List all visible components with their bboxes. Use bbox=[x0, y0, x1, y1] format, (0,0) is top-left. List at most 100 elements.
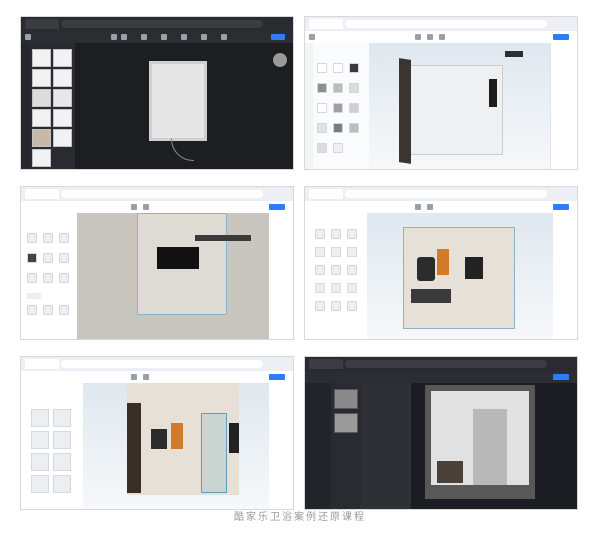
canvas-3d[interactable] bbox=[83, 383, 293, 509]
catalog-thumb[interactable] bbox=[331, 229, 341, 239]
mirror bbox=[417, 257, 435, 281]
active-tab[interactable] bbox=[27, 293, 41, 299]
catalog-thumb[interactable] bbox=[333, 123, 343, 133]
catalog-thumb[interactable] bbox=[347, 265, 357, 275]
tool-icon[interactable] bbox=[143, 204, 149, 210]
catalog-thumb[interactable] bbox=[59, 233, 69, 243]
catalog-thumb[interactable] bbox=[27, 233, 37, 243]
catalog-thumb[interactable] bbox=[53, 109, 72, 127]
tool-icon[interactable] bbox=[415, 34, 421, 40]
catalog-thumb[interactable] bbox=[53, 475, 71, 493]
catalog-thumb[interactable] bbox=[43, 253, 53, 263]
catalog-thumb[interactable] bbox=[27, 305, 37, 315]
catalog-thumb[interactable] bbox=[59, 305, 69, 315]
render-thumb[interactable] bbox=[334, 413, 358, 433]
tool-icon[interactable] bbox=[415, 204, 421, 210]
catalog-thumb[interactable] bbox=[32, 69, 51, 87]
catalog-thumb[interactable] bbox=[331, 301, 341, 311]
catalog-thumb[interactable] bbox=[349, 63, 359, 73]
catalog-thumb[interactable] bbox=[53, 409, 71, 427]
catalog-thumb[interactable] bbox=[53, 89, 72, 107]
render-shower bbox=[473, 409, 507, 485]
catalog-thumb[interactable] bbox=[331, 265, 341, 275]
catalog-thumb[interactable] bbox=[331, 283, 341, 293]
catalog-thumb[interactable] bbox=[331, 247, 341, 257]
catalog-thumb[interactable] bbox=[347, 229, 357, 239]
catalog-thumb[interactable] bbox=[53, 431, 71, 449]
tool-icon[interactable] bbox=[427, 34, 433, 40]
catalog-thumb[interactable] bbox=[315, 247, 325, 257]
render-thumb[interactable] bbox=[334, 389, 358, 409]
undo-icon[interactable] bbox=[111, 34, 117, 40]
catalog-thumb[interactable] bbox=[31, 431, 49, 449]
catalog-thumb[interactable] bbox=[32, 149, 51, 167]
catalog-thumb[interactable] bbox=[317, 83, 327, 93]
catalog-thumb[interactable] bbox=[317, 143, 327, 153]
save-icon[interactable] bbox=[553, 204, 569, 210]
selection-badge[interactable] bbox=[505, 51, 523, 57]
catalog-thumb[interactable] bbox=[347, 247, 357, 257]
catalog-thumb[interactable] bbox=[31, 453, 49, 471]
catalog-thumb[interactable] bbox=[43, 305, 53, 315]
tool-icon[interactable] bbox=[143, 374, 149, 380]
tool-icon[interactable] bbox=[181, 34, 187, 40]
tool-icon[interactable] bbox=[439, 34, 445, 40]
render-preview[interactable] bbox=[425, 385, 535, 499]
save-icon[interactable] bbox=[553, 374, 569, 380]
tool-icon[interactable] bbox=[141, 34, 147, 40]
catalog-thumb[interactable] bbox=[315, 229, 325, 239]
catalog-thumb[interactable] bbox=[32, 89, 51, 107]
catalog-thumb[interactable] bbox=[317, 103, 327, 113]
catalog-thumb[interactable] bbox=[347, 283, 357, 293]
canvas-3d[interactable] bbox=[367, 213, 577, 339]
catalog-thumb[interactable] bbox=[27, 253, 37, 263]
catalog-thumb[interactable] bbox=[53, 49, 72, 67]
catalog-thumb[interactable] bbox=[53, 129, 72, 147]
catalog-thumb[interactable] bbox=[349, 123, 359, 133]
catalog-thumb[interactable] bbox=[32, 129, 51, 147]
save-icon[interactable] bbox=[269, 204, 285, 210]
catalog-thumb[interactable] bbox=[347, 301, 357, 311]
compass-icon[interactable] bbox=[273, 53, 287, 67]
catalog-thumb[interactable] bbox=[43, 233, 53, 243]
catalog-thumb[interactable] bbox=[315, 265, 325, 275]
catalog-thumb[interactable] bbox=[349, 83, 359, 93]
catalog-thumb[interactable] bbox=[27, 273, 37, 283]
catalog-thumb[interactable] bbox=[333, 143, 343, 153]
catalog-thumb[interactable] bbox=[333, 103, 343, 113]
tool-icon[interactable] bbox=[161, 34, 167, 40]
catalog-thumb[interactable] bbox=[32, 49, 51, 67]
catalog-thumb[interactable] bbox=[333, 63, 343, 73]
tool-icon[interactable] bbox=[427, 204, 433, 210]
catalog-thumb[interactable] bbox=[317, 123, 327, 133]
menu-icon[interactable] bbox=[309, 34, 315, 40]
catalog-thumb[interactable] bbox=[349, 103, 359, 113]
material-library-panel bbox=[313, 43, 370, 169]
tool-icon[interactable] bbox=[131, 204, 137, 210]
catalog-thumb[interactable] bbox=[333, 83, 343, 93]
catalog-thumb[interactable] bbox=[32, 109, 51, 127]
tool-icon[interactable] bbox=[131, 374, 137, 380]
catalog-thumb[interactable] bbox=[31, 475, 49, 493]
catalog-thumb[interactable] bbox=[315, 283, 325, 293]
catalog-thumb[interactable] bbox=[31, 409, 49, 427]
room-floorplan[interactable] bbox=[149, 61, 207, 141]
tool-icon[interactable] bbox=[201, 34, 207, 40]
catalog-thumb[interactable] bbox=[317, 63, 327, 73]
canvas-2d[interactable] bbox=[75, 43, 293, 169]
catalog-thumb[interactable] bbox=[53, 453, 71, 471]
tool-icon[interactable] bbox=[221, 34, 227, 40]
redo-icon[interactable] bbox=[121, 34, 127, 40]
canvas-3d[interactable] bbox=[369, 43, 577, 169]
save-icon[interactable] bbox=[553, 34, 569, 40]
save-icon[interactable] bbox=[271, 34, 285, 40]
catalog-thumb[interactable] bbox=[53, 69, 72, 87]
menu-icon[interactable] bbox=[25, 34, 31, 40]
catalog-thumb[interactable] bbox=[59, 273, 69, 283]
catalog-thumb[interactable] bbox=[59, 253, 69, 263]
catalog-thumb[interactable] bbox=[315, 301, 325, 311]
floating-toolbar bbox=[195, 235, 251, 241]
catalog-thumb[interactable] bbox=[43, 273, 53, 283]
save-icon[interactable] bbox=[269, 374, 285, 380]
canvas-top[interactable] bbox=[77, 213, 293, 339]
